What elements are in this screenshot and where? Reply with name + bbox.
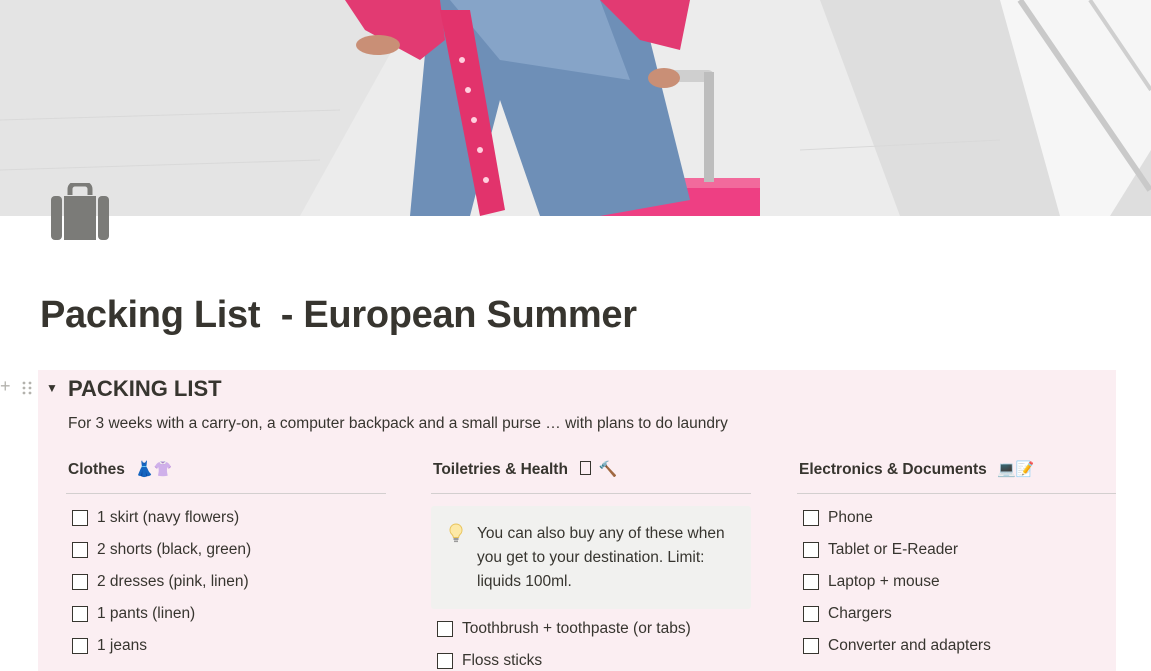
drag-handle-icon[interactable] [22,381,32,400]
todo-item: Tablet or E-Reader [797,534,1116,566]
section-description: For 3 weeks with a carry-on, a computer … [68,415,728,432]
column-clothes: Clothes 👗👚 1 skirt (navy flowers) 2 shor… [66,456,386,662]
todo-item: 2 dresses (pink, linen) [66,566,386,598]
todo-label[interactable]: Floss sticks [462,652,542,670]
todo-item: 2 shorts (black, green) [66,534,386,566]
checkbox[interactable] [803,606,819,622]
todo-label[interactable]: Chargers [828,605,892,623]
checkbox[interactable] [72,510,88,526]
todo-label[interactable]: Tablet or E-Reader [828,541,958,559]
column-title-text: Electronics & Documents [799,461,987,478]
todo-label[interactable]: 1 pants (linen) [97,605,195,623]
column-title: Toiletries & Health 🔨 [431,456,751,484]
todo-item: Toothbrush + toothpaste (or tabs) [431,613,751,645]
todo-label[interactable]: Phone [828,509,873,527]
todo-item: Chargers [797,598,1116,630]
laptop-memo-icon: 💻📝 [997,461,1035,478]
todo-item: 1 pants (linen) [66,598,386,630]
column-title-text: Clothes [68,461,125,478]
checkbox[interactable] [437,653,453,669]
column-title: Electronics & Documents 💻📝 [797,456,1116,484]
todo-label[interactable]: 1 jeans [97,637,147,655]
todo-item: Phone [797,502,1116,534]
checkbox[interactable] [72,638,88,654]
todo-item: 1 skirt (navy flowers) [66,502,386,534]
page-title[interactable]: Packing List - European Summer [40,294,637,337]
tip-callout: You can also buy any of these when you g… [431,506,751,609]
todo-label[interactable]: Laptop + mouse [828,573,940,591]
column-title-text: Toiletries & Health [433,461,568,478]
todo-item: Floss sticks [431,645,751,671]
todo-label[interactable]: 2 shorts (black, green) [97,541,251,559]
checkbox[interactable] [72,542,88,558]
cover-image[interactable] [0,0,1151,216]
block-handles: + [0,377,36,400]
todo-label[interactable]: 1 skirt (navy flowers) [97,509,239,527]
checkbox[interactable] [72,574,88,590]
checkbox[interactable] [72,606,88,622]
column-toiletries: Toiletries & Health 🔨 You can also buy a… [431,456,751,671]
checkbox[interactable] [437,621,453,637]
tip-text[interactable]: You can also buy any of these when you g… [477,522,739,594]
checkbox[interactable] [803,510,819,526]
todo-item: Converter and adapters [797,630,1116,662]
hammer-icon: 🔨 [598,461,618,478]
dress-icon: 👗👚 [135,461,173,478]
column-title: Clothes 👗👚 [66,456,386,484]
divider [797,493,1116,494]
checkbox[interactable] [803,574,819,590]
luggage-icon[interactable] [50,181,110,241]
todo-item: Laptop + mouse [797,566,1116,598]
divider [66,493,386,494]
todo-label[interactable]: Toothbrush + toothpaste (or tabs) [462,620,691,638]
checklist: Phone Tablet or E-Reader Laptop + mouse … [797,502,1116,662]
todo-label[interactable]: 2 dresses (pink, linen) [97,573,249,591]
section-heading[interactable]: PACKING LIST [68,376,222,402]
checklist: 1 skirt (navy flowers) 2 shorts (black, … [66,502,386,662]
todo-label[interactable]: Converter and adapters [828,637,991,655]
checkbox[interactable] [803,638,819,654]
checklist: Toothbrush + toothpaste (or tabs) Floss … [431,613,751,671]
divider [431,493,751,494]
checkbox[interactable] [803,542,819,558]
column-electronics: Electronics & Documents 💻📝 Phone Tablet … [797,456,1116,662]
lightbulb-icon [449,523,463,548]
todo-item: 1 jeans [66,630,386,662]
add-block-icon[interactable]: + [0,377,11,395]
toggle-triangle-icon[interactable]: ▼ [46,381,58,395]
cover-photo [0,0,1151,216]
missing-glyph-icon [580,461,592,475]
